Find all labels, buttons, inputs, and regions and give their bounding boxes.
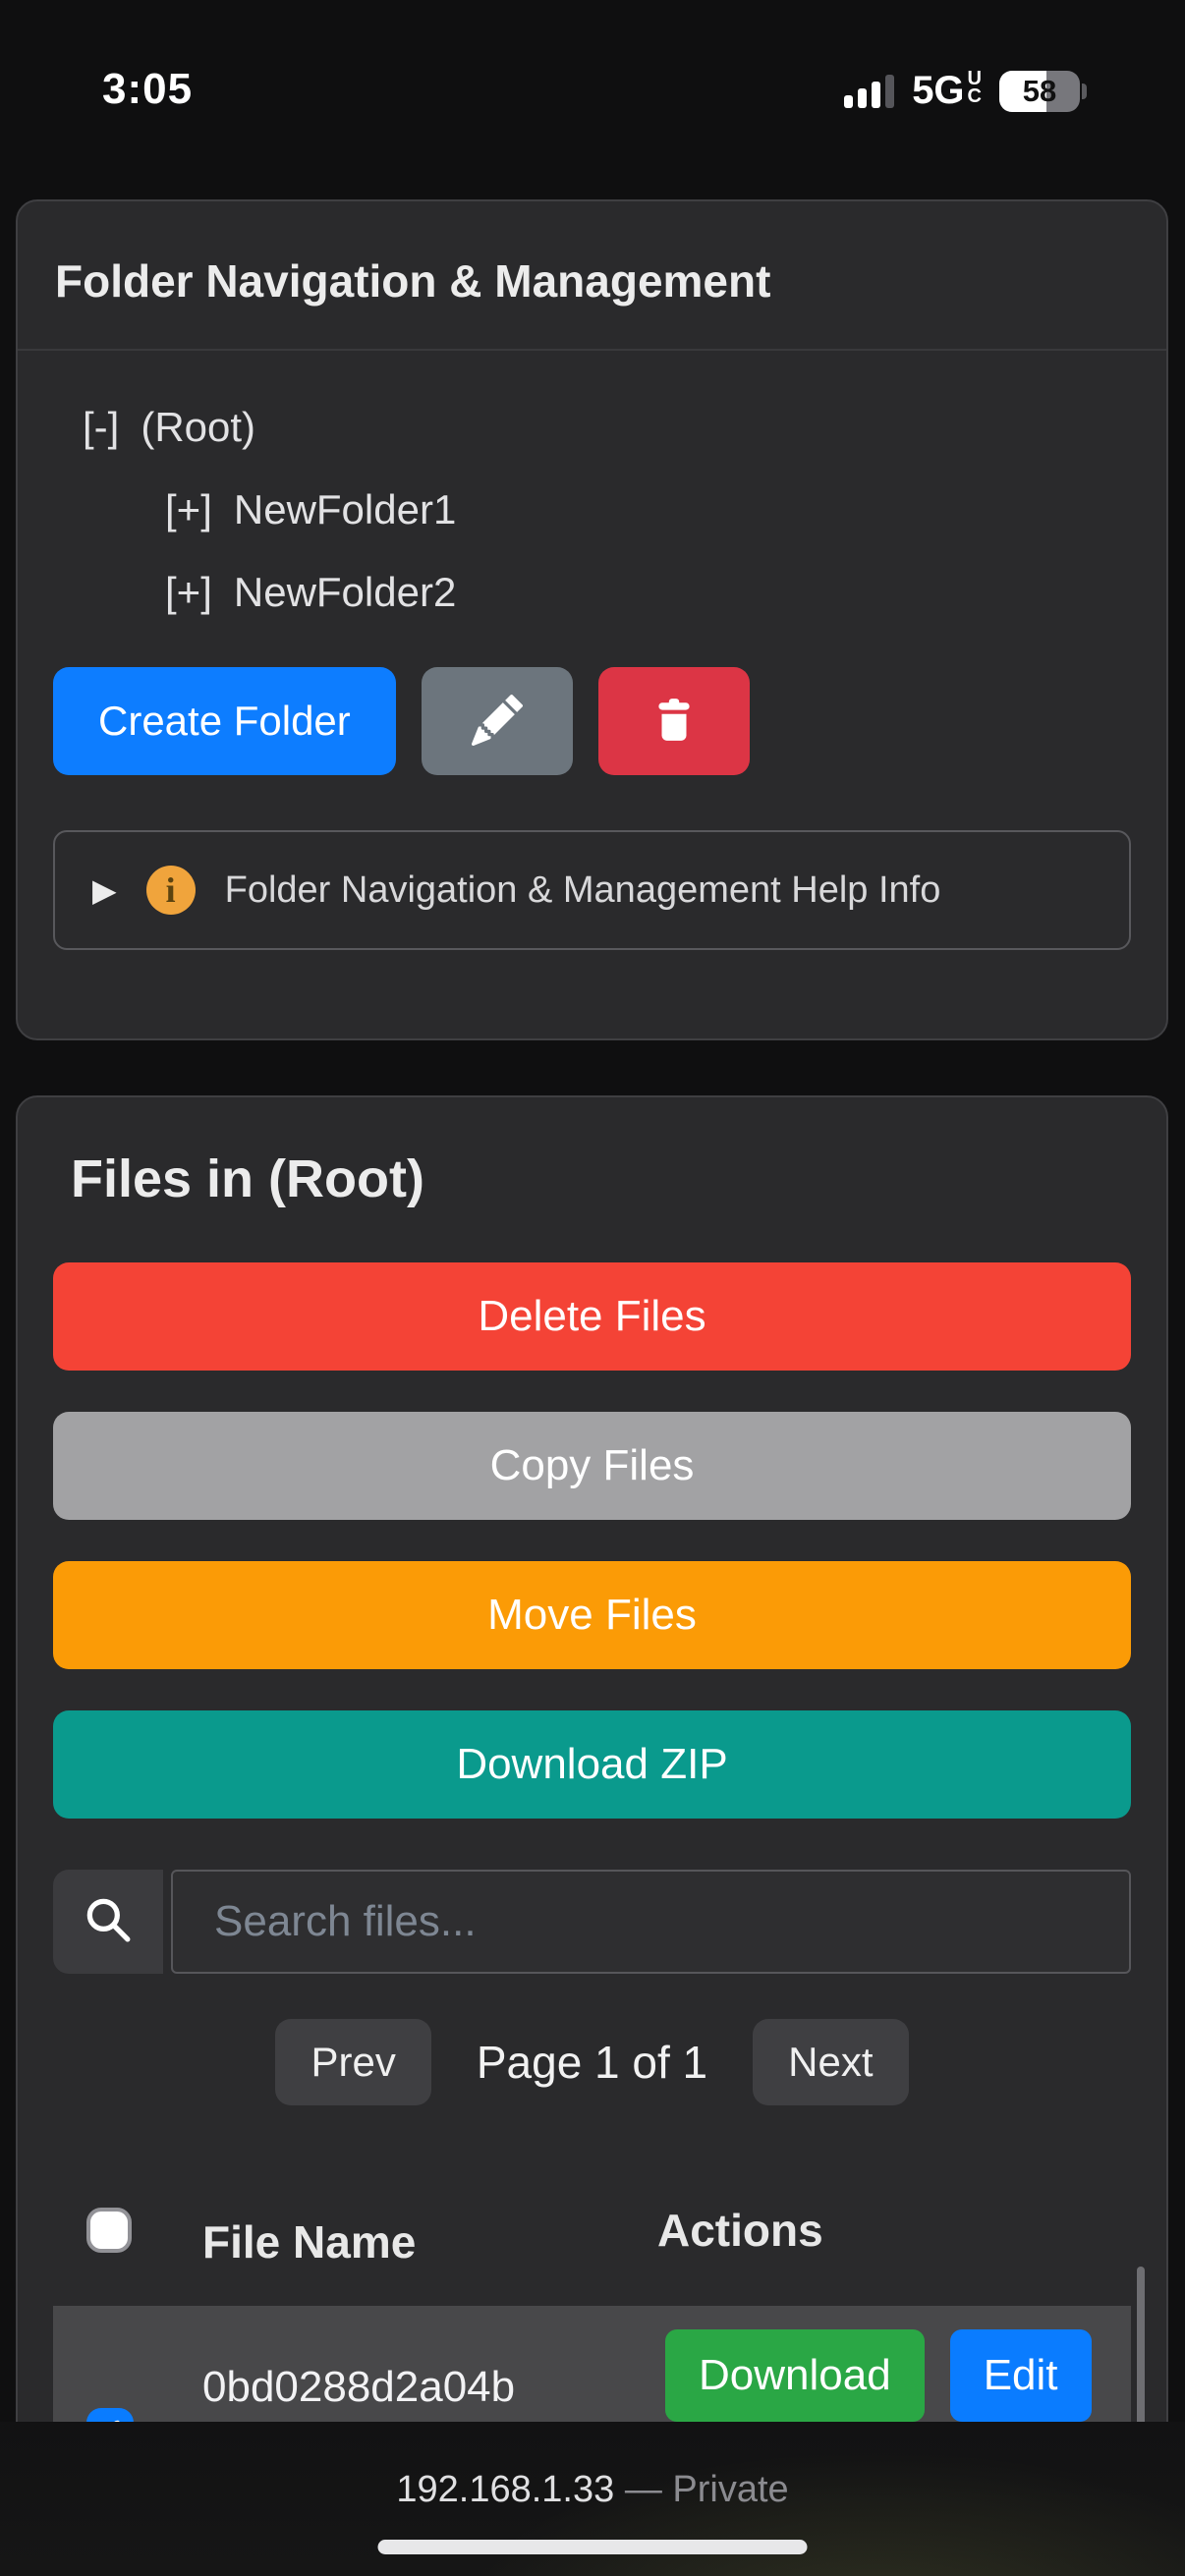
file-name-column-header: File Name (202, 2215, 416, 2268)
delete-files-button[interactable]: Delete Files (53, 1262, 1131, 1371)
clock: 3:05 (102, 65, 193, 114)
phone-screen: 3:05 5G U C 58 Folder Navigatio (0, 0, 1185, 2576)
battery-icon: 58 (999, 71, 1087, 112)
home-indicator[interactable] (378, 2540, 808, 2554)
page-indicator: Page 1 of 1 (477, 2036, 707, 2089)
folder-name[interactable]: NewFolder2 (234, 569, 456, 616)
rename-folder-button[interactable] (422, 667, 573, 775)
url-host: 192.168.1.33 (396, 2469, 614, 2510)
download-file-button[interactable]: Download (665, 2329, 925, 2422)
files-card-title: Files in (Root) (53, 1148, 1131, 1209)
help-disclosure[interactable]: ▶ i Folder Navigation & Management Help … (53, 830, 1131, 950)
pencil-icon (472, 695, 523, 749)
battery-percentage: 58 (999, 71, 1080, 112)
folder-tree: [-] (Root) [+] NewFolder1 [+] NewFolder2 (53, 386, 1131, 634)
folder-name[interactable]: (Root) (141, 404, 255, 451)
tree-item-root[interactable]: [-] (Root) (53, 386, 1131, 469)
expand-toggle[interactable]: [+] (165, 486, 212, 533)
network-type-label: 5G (912, 69, 964, 113)
next-page-button[interactable]: Next (753, 2019, 908, 2105)
expand-toggle[interactable]: [+] (165, 569, 212, 616)
select-all-checkbox[interactable] (86, 2208, 132, 2253)
private-browsing-label: — Private (625, 2469, 789, 2510)
table-header: File Name Actions (53, 2200, 1131, 2278)
status-bar: 3:05 5G U C 58 (0, 0, 1185, 147)
copy-files-button[interactable]: Copy Files (53, 1412, 1131, 1520)
search-icon-addon (53, 1870, 163, 1974)
create-folder-button[interactable]: Create Folder (53, 667, 396, 775)
help-label: Folder Navigation & Management Help Info (225, 869, 941, 912)
trash-icon (649, 696, 699, 748)
search-input[interactable] (171, 1870, 1131, 1974)
browser-bottom-bar: 192.168.1.33 — Private (0, 2422, 1185, 2576)
edit-file-button[interactable]: Edit (950, 2329, 1092, 2422)
prev-page-button[interactable]: Prev (275, 2019, 430, 2105)
info-icon: i (146, 866, 196, 915)
disclosure-triangle-icon[interactable]: ▶ (92, 871, 117, 909)
folder-name[interactable]: NewFolder1 (234, 486, 456, 533)
actions-column-header: Actions (657, 2204, 823, 2257)
search-icon (81, 1892, 136, 1952)
network-type-indicator: 5G U C (912, 69, 982, 113)
folder-management-card: Folder Navigation & Management [-] (Root… (16, 199, 1168, 1040)
network-sub-bottom: C (968, 87, 982, 105)
file-name-line1: 0bd0288d2a04b (202, 2361, 536, 2414)
tree-item-newfolder2[interactable]: [+] NewFolder2 (53, 551, 1131, 634)
tree-item-newfolder1[interactable]: [+] NewFolder1 (53, 469, 1131, 551)
delete-folder-button[interactable] (598, 667, 750, 775)
files-card: Files in (Root) Delete Files Copy Files … (16, 1095, 1168, 2559)
scrollbar[interactable] (1137, 2267, 1145, 2429)
collapse-toggle[interactable]: [-] (83, 404, 119, 451)
move-files-button[interactable]: Move Files (53, 1561, 1131, 1669)
download-zip-button[interactable]: Download ZIP (53, 1710, 1131, 1819)
folder-card-title: Folder Navigation & Management (18, 201, 1166, 349)
address-bar[interactable]: 192.168.1.33 — Private (0, 2469, 1185, 2511)
cellular-signal-icon (844, 75, 894, 108)
